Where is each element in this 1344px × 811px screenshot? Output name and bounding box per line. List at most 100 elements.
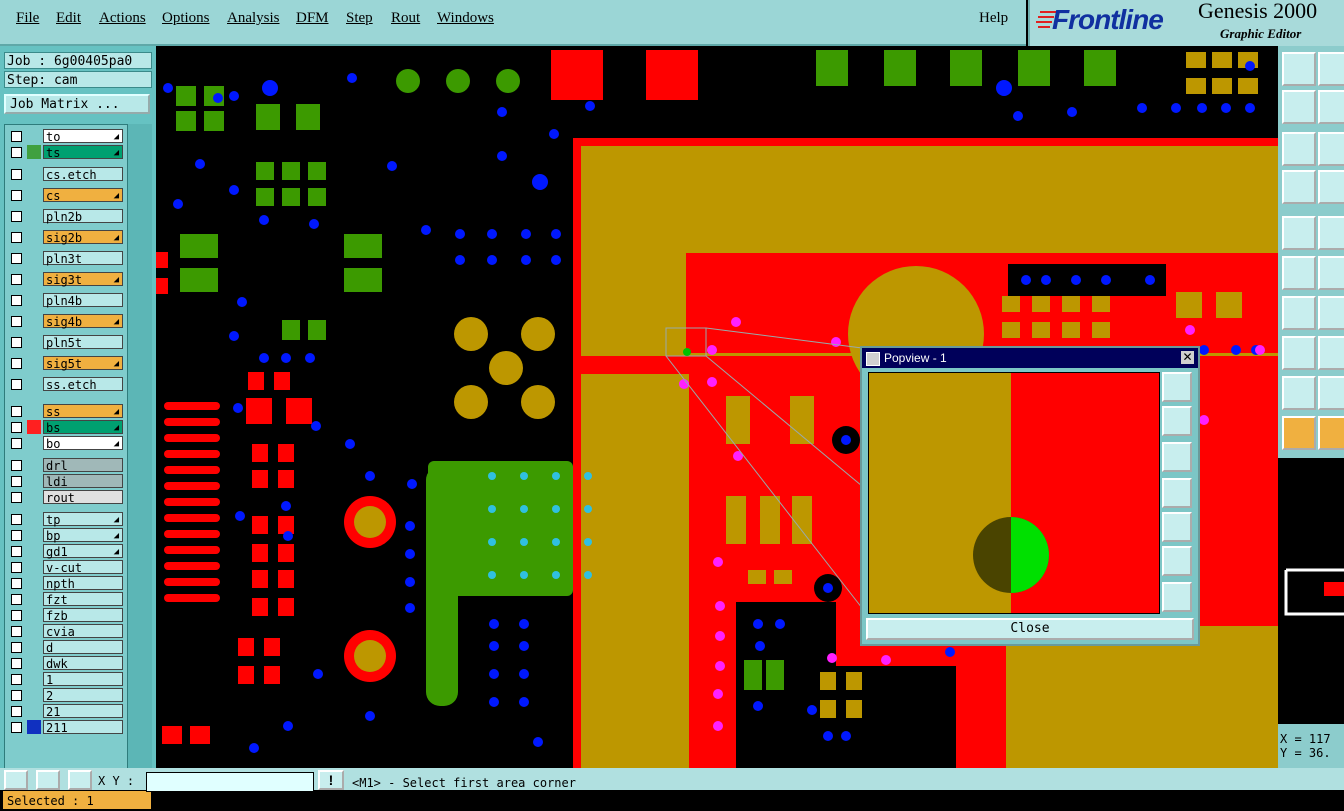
layer-name[interactable]: sig2b ◢ (43, 230, 123, 245)
popview-zoom-in-icon[interactable] (1162, 546, 1192, 576)
diagonal-tool-icon[interactable] (36, 770, 60, 790)
layer-name[interactable]: pln3t (43, 251, 123, 266)
move-up-icon[interactable] (1318, 52, 1344, 86)
grid-icon[interactable] (1318, 170, 1344, 204)
layer-row-d[interactable]: d (7, 640, 125, 655)
layer-checkbox[interactable] (11, 169, 22, 180)
layer-row-to[interactable]: to ◢ (7, 129, 125, 144)
layer-checkbox[interactable] (11, 274, 22, 285)
layer-name[interactable]: 211 (43, 720, 123, 735)
layer-row-21[interactable]: 21 (7, 704, 125, 719)
layer-name[interactable]: sig4b ◢ (43, 314, 123, 329)
layer-checkbox[interactable] (11, 492, 22, 503)
layer-row-rout[interactable]: rout (7, 490, 125, 505)
layer-checkbox[interactable] (11, 514, 22, 525)
layer-checkbox[interactable] (11, 530, 22, 541)
menu-help[interactable]: Help (979, 10, 1008, 27)
job-matrix-button[interactable]: Job Matrix ... (4, 94, 150, 114)
layer-checkbox[interactable] (11, 211, 22, 222)
layer-name[interactable]: pln4b (43, 293, 123, 308)
layer-name[interactable]: ss.etch (43, 377, 123, 392)
menu-analysis[interactable]: Analysis (227, 10, 280, 27)
ruler-icon[interactable] (1318, 296, 1344, 330)
layer-name[interactable]: sig3t ◢ (43, 272, 123, 287)
popview-pan-left-icon[interactable] (1162, 478, 1192, 508)
layer-checkbox[interactable] (11, 406, 22, 417)
layer-checkbox[interactable] (11, 379, 22, 390)
popview-close-button[interactable]: Close (866, 618, 1194, 640)
layer-checkbox[interactable] (11, 358, 22, 369)
menu-step[interactable]: Step (346, 10, 373, 27)
layer-row-pln5t[interactable]: pln5t (7, 335, 125, 350)
layer-name[interactable]: tp ◢ (43, 512, 123, 527)
layer-row-ts[interactable]: ts ◢ (7, 145, 125, 160)
layer-name[interactable]: 1 (43, 672, 123, 687)
layer-name[interactable]: sig5t ◢ (43, 356, 123, 371)
layer-name[interactable]: bs ◢ (43, 420, 123, 435)
layer-row-bo[interactable]: bo ◢ (7, 436, 125, 451)
layer-name[interactable]: bp ◢ (43, 528, 123, 543)
layer-row-dwk[interactable]: dwk (7, 656, 125, 671)
layer-checkbox[interactable] (11, 594, 22, 605)
grid-snap-icon[interactable] (68, 770, 92, 790)
layer-checkbox[interactable] (11, 626, 22, 637)
layer-checkbox[interactable] (11, 562, 22, 573)
layer-checkbox[interactable] (11, 610, 22, 621)
layer-checkbox[interactable] (11, 422, 22, 433)
menu-options[interactable]: Options (162, 10, 210, 27)
layer-row-sig2b[interactable]: sig2b ◢ (7, 230, 125, 245)
layer-checkbox[interactable] (11, 706, 22, 717)
peak-icon[interactable] (1318, 376, 1344, 410)
layer-row-ss.etch[interactable]: ss.etch (7, 377, 125, 392)
layer-checkbox[interactable] (11, 460, 22, 471)
layer-row-pln3t[interactable]: pln3t (7, 251, 125, 266)
menu-file[interactable]: File (16, 10, 39, 27)
menu-windows[interactable]: Windows (437, 10, 494, 27)
layer-checkbox[interactable] (11, 690, 22, 701)
layer-name[interactable]: fzt (43, 592, 123, 607)
draw-icon[interactable] (1318, 256, 1344, 290)
overview-panel[interactable] (1278, 458, 1344, 724)
layer-checkbox[interactable] (11, 190, 22, 201)
layer-name[interactable]: bo ◢ (43, 436, 123, 451)
cross-icon[interactable] (1282, 256, 1316, 290)
layer-name[interactable]: cs.etch (43, 167, 123, 182)
layer-name[interactable]: dwk (43, 656, 123, 671)
popview-menu-icon[interactable] (866, 352, 880, 366)
layer-row-cvia[interactable]: cvia (7, 624, 125, 639)
layer-row-sig3t[interactable]: sig3t ◢ (7, 272, 125, 287)
layer-row-gd1[interactable]: gd1 ◢ (7, 544, 125, 559)
select-icon[interactable] (1318, 416, 1344, 450)
layer-row-bp[interactable]: bp ◢ (7, 528, 125, 543)
layer-checkbox[interactable] (11, 337, 22, 348)
snap-icon[interactable] (1282, 52, 1316, 86)
layer-name[interactable]: to ◢ (43, 129, 123, 144)
pointer-icon[interactable] (1282, 416, 1316, 450)
popview-zoom-icon[interactable] (1162, 372, 1192, 402)
menu-edit[interactable]: Edit (56, 10, 81, 27)
layer-row-pln4b[interactable]: pln4b (7, 293, 125, 308)
popview-zoom-out-icon[interactable] (1162, 582, 1192, 612)
layer-row-sig5t[interactable]: sig5t ◢ (7, 356, 125, 371)
layer-row-ldi[interactable]: ldi (7, 474, 125, 489)
layer-row-npth[interactable]: npth (7, 576, 125, 591)
popview-pan-right-icon[interactable] (1162, 512, 1192, 542)
layer-name[interactable]: drl (43, 458, 123, 473)
layer-row-ss[interactable]: ss ◢ (7, 404, 125, 419)
xy-input[interactable] (146, 772, 314, 792)
layer-name[interactable]: npth (43, 576, 123, 591)
net-icon[interactable] (1318, 216, 1344, 250)
layer-name[interactable]: 2 (43, 688, 123, 703)
layer-checkbox[interactable] (11, 674, 22, 685)
layer-name[interactable]: cs ◢ (43, 188, 123, 203)
layer-checkbox[interactable] (11, 316, 22, 327)
warn-icon[interactable] (1282, 376, 1316, 410)
layer-checkbox[interactable] (11, 546, 22, 557)
layer-checkbox[interactable] (11, 131, 22, 142)
layer-row-drl[interactable]: drl (7, 458, 125, 473)
layer-checkbox[interactable] (11, 295, 22, 306)
layer-name[interactable]: gd1 ◢ (43, 544, 123, 559)
layer-row-bs[interactable]: bs ◢ (7, 420, 125, 435)
layer-checkbox[interactable] (11, 476, 22, 487)
layer-row-cs.etch[interactable]: cs.etch (7, 167, 125, 182)
